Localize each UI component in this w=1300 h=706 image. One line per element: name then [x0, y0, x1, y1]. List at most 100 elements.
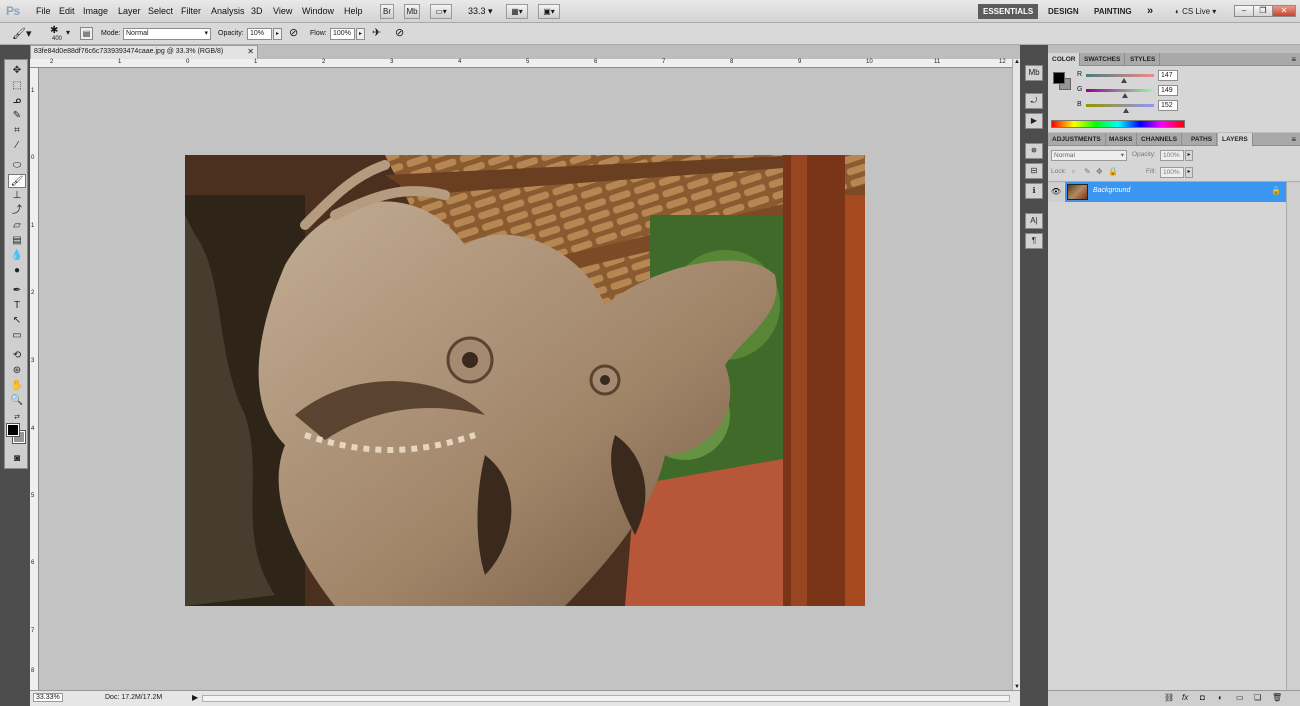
- minimize-button[interactable]: –: [1234, 5, 1254, 17]
- brush-picker-chevron-icon[interactable]: ▾: [66, 28, 70, 37]
- blur-tool-icon[interactable]: 💧: [8, 249, 26, 263]
- brush-panel-toggle-icon[interactable]: ▤: [80, 27, 93, 40]
- menu-3d[interactable]: 3D: [251, 6, 263, 16]
- workspace-painting[interactable]: PAINTING: [1089, 4, 1137, 19]
- new-layer-icon[interactable]: ❏: [1254, 693, 1261, 702]
- color-spectrum-bar[interactable]: [1051, 120, 1185, 128]
- layers-panel-menu-icon[interactable]: ≡: [1291, 133, 1296, 146]
- flow-slider-arrow-icon[interactable]: ▸: [356, 28, 365, 40]
- red-slider[interactable]: [1086, 74, 1154, 77]
- zoom-chevron-icon[interactable]: ▾: [488, 6, 493, 17]
- close-button[interactable]: ✕: [1272, 5, 1296, 17]
- zoom-status[interactable]: 33.33%: [33, 693, 63, 702]
- history-panel-icon[interactable]: ⤾: [1025, 93, 1043, 109]
- quick-selection-tool-icon[interactable]: ✎: [8, 109, 26, 123]
- view-extras-button[interactable]: ▭▾: [430, 4, 452, 19]
- tab-layers[interactable]: LAYERS: [1218, 133, 1253, 146]
- lock-image-icon[interactable]: ✎: [1084, 167, 1091, 176]
- pen-tool-icon[interactable]: ✒: [8, 284, 26, 298]
- blue-slider-knob[interactable]: [1123, 108, 1129, 113]
- layer-style-icon[interactable]: fx: [1182, 693, 1188, 702]
- tablet-pressure-size-icon[interactable]: ⊘: [395, 26, 404, 39]
- adjustment-layer-icon[interactable]: ◐: [1218, 693, 1223, 702]
- menu-layer[interactable]: Layer: [118, 6, 141, 16]
- brush-preview-icon[interactable]: ✱: [50, 25, 58, 36]
- menu-file[interactable]: File: [36, 6, 51, 16]
- bridge-button[interactable]: Br: [380, 4, 394, 19]
- history-brush-tool-icon[interactable]: ⤴: [8, 204, 26, 218]
- info-panel-icon[interactable]: ℹ: [1025, 183, 1043, 199]
- flow-input[interactable]: 100%: [330, 28, 355, 40]
- arrange-documents-button[interactable]: ▦▾: [506, 4, 528, 19]
- tab-paths[interactable]: PATHS: [1187, 133, 1218, 146]
- swap-colors-icon[interactable]: ⇄: [8, 411, 26, 425]
- red-value-input[interactable]: 147: [1158, 70, 1178, 81]
- mode-select[interactable]: Normal ▾: [123, 28, 211, 40]
- opacity-input[interactable]: 10%: [247, 28, 272, 40]
- dodge-tool-icon[interactable]: ●: [8, 264, 26, 278]
- restore-button[interactable]: ❐: [1253, 5, 1273, 17]
- menu-view[interactable]: View: [273, 6, 292, 16]
- menu-image[interactable]: Image: [83, 6, 108, 16]
- lasso-tool-icon[interactable]: ᓄ: [8, 94, 26, 108]
- tab-channels[interactable]: CHANNELS: [1137, 133, 1183, 146]
- brush-settings-panel-icon[interactable]: ✵: [1025, 143, 1043, 159]
- status-menu-arrow-icon[interactable]: ▶: [192, 693, 198, 702]
- airbrush-icon[interactable]: ✈: [372, 26, 381, 39]
- horizontal-scrollbar[interactable]: [202, 695, 1010, 702]
- layer-row-background[interactable]: Background 🔒: [1065, 182, 1286, 202]
- eraser-tool-icon[interactable]: ▱: [8, 219, 26, 233]
- blend-mode-select[interactable]: Normal ▾: [1051, 150, 1127, 161]
- close-document-icon[interactable]: ✕: [247, 46, 254, 58]
- layer-opacity-arrow-icon[interactable]: ▸: [1185, 150, 1193, 161]
- brush-tool-preset-icon[interactable]: 🖌▾: [12, 27, 32, 40]
- screen-mode-button[interactable]: ▣▾: [538, 4, 560, 19]
- gradient-tool-icon[interactable]: ▤: [8, 234, 26, 248]
- 3d-rotate-tool-icon[interactable]: ⟲: [8, 349, 26, 363]
- layer-visibility-eye-icon[interactable]: 👁: [1048, 182, 1064, 202]
- menu-help[interactable]: Help: [344, 6, 363, 16]
- green-slider-knob[interactable]: [1122, 93, 1128, 98]
- character-panel-icon[interactable]: A|: [1025, 213, 1043, 229]
- red-slider-knob[interactable]: [1121, 78, 1127, 83]
- hand-tool-icon[interactable]: ✋: [8, 379, 26, 393]
- quick-mask-icon[interactable]: ◙: [8, 452, 26, 466]
- blue-value-input[interactable]: 152: [1158, 100, 1178, 111]
- fill-input[interactable]: 100%: [1160, 167, 1184, 178]
- menu-filter[interactable]: Filter: [181, 6, 201, 16]
- lock-all-icon[interactable]: 🔒: [1108, 167, 1118, 176]
- color-panel-foreground-swatch[interactable]: [1053, 72, 1065, 84]
- crop-tool-icon[interactable]: ⌗: [8, 124, 26, 138]
- tab-swatches[interactable]: SWATCHES: [1080, 53, 1126, 66]
- add-mask-icon[interactable]: ◘: [1200, 693, 1205, 702]
- mini-bridge-panel-icon[interactable]: Mb: [1025, 65, 1043, 81]
- new-group-icon[interactable]: ▭: [1236, 693, 1244, 702]
- shape-tool-icon[interactable]: ▭: [8, 329, 26, 343]
- link-layers-icon[interactable]: ⛓: [1164, 693, 1174, 702]
- layers-scrollbar[interactable]: [1286, 182, 1300, 702]
- green-slider[interactable]: [1086, 89, 1154, 92]
- paragraph-panel-icon[interactable]: ¶: [1025, 233, 1043, 249]
- clone-stamp-tool-icon[interactable]: ⊥: [8, 189, 26, 203]
- path-selection-tool-icon[interactable]: ↖: [8, 314, 26, 328]
- delete-layer-icon[interactable]: 🗑: [1272, 693, 1282, 702]
- cs-live-button[interactable]: ◐ CS Live ▾: [1170, 4, 1221, 19]
- spot-healing-tool-icon[interactable]: ⬭: [8, 159, 26, 173]
- clone-source-panel-icon[interactable]: ⊟: [1025, 163, 1043, 179]
- lock-position-icon[interactable]: ✥: [1096, 167, 1103, 176]
- zoom-tool-icon[interactable]: 🔍: [8, 394, 26, 408]
- menu-select[interactable]: Select: [148, 6, 173, 16]
- panel-menu-icon[interactable]: ≡: [1291, 53, 1296, 66]
- document-tab[interactable]: 83fe84d0e88df76c6c7339393474caae.jpg @ 3…: [30, 45, 258, 59]
- 3d-orbit-tool-icon[interactable]: ⊛: [8, 364, 26, 378]
- actions-panel-icon[interactable]: ▶: [1025, 113, 1043, 129]
- more-workspaces-icon[interactable]: »: [1142, 4, 1158, 19]
- mini-bridge-button[interactable]: Mb: [404, 4, 420, 19]
- menu-analysis[interactable]: Analysis: [211, 6, 245, 16]
- menu-window[interactable]: Window: [302, 6, 334, 16]
- vertical-scrollbar[interactable]: ▲ ▼: [1012, 59, 1020, 690]
- tablet-pressure-opacity-icon[interactable]: ⊘: [289, 26, 298, 39]
- workspace-essentials[interactable]: ESSENTIALS: [978, 4, 1039, 19]
- foreground-color-swatch[interactable]: [6, 423, 20, 437]
- fill-arrow-icon[interactable]: ▸: [1185, 167, 1193, 178]
